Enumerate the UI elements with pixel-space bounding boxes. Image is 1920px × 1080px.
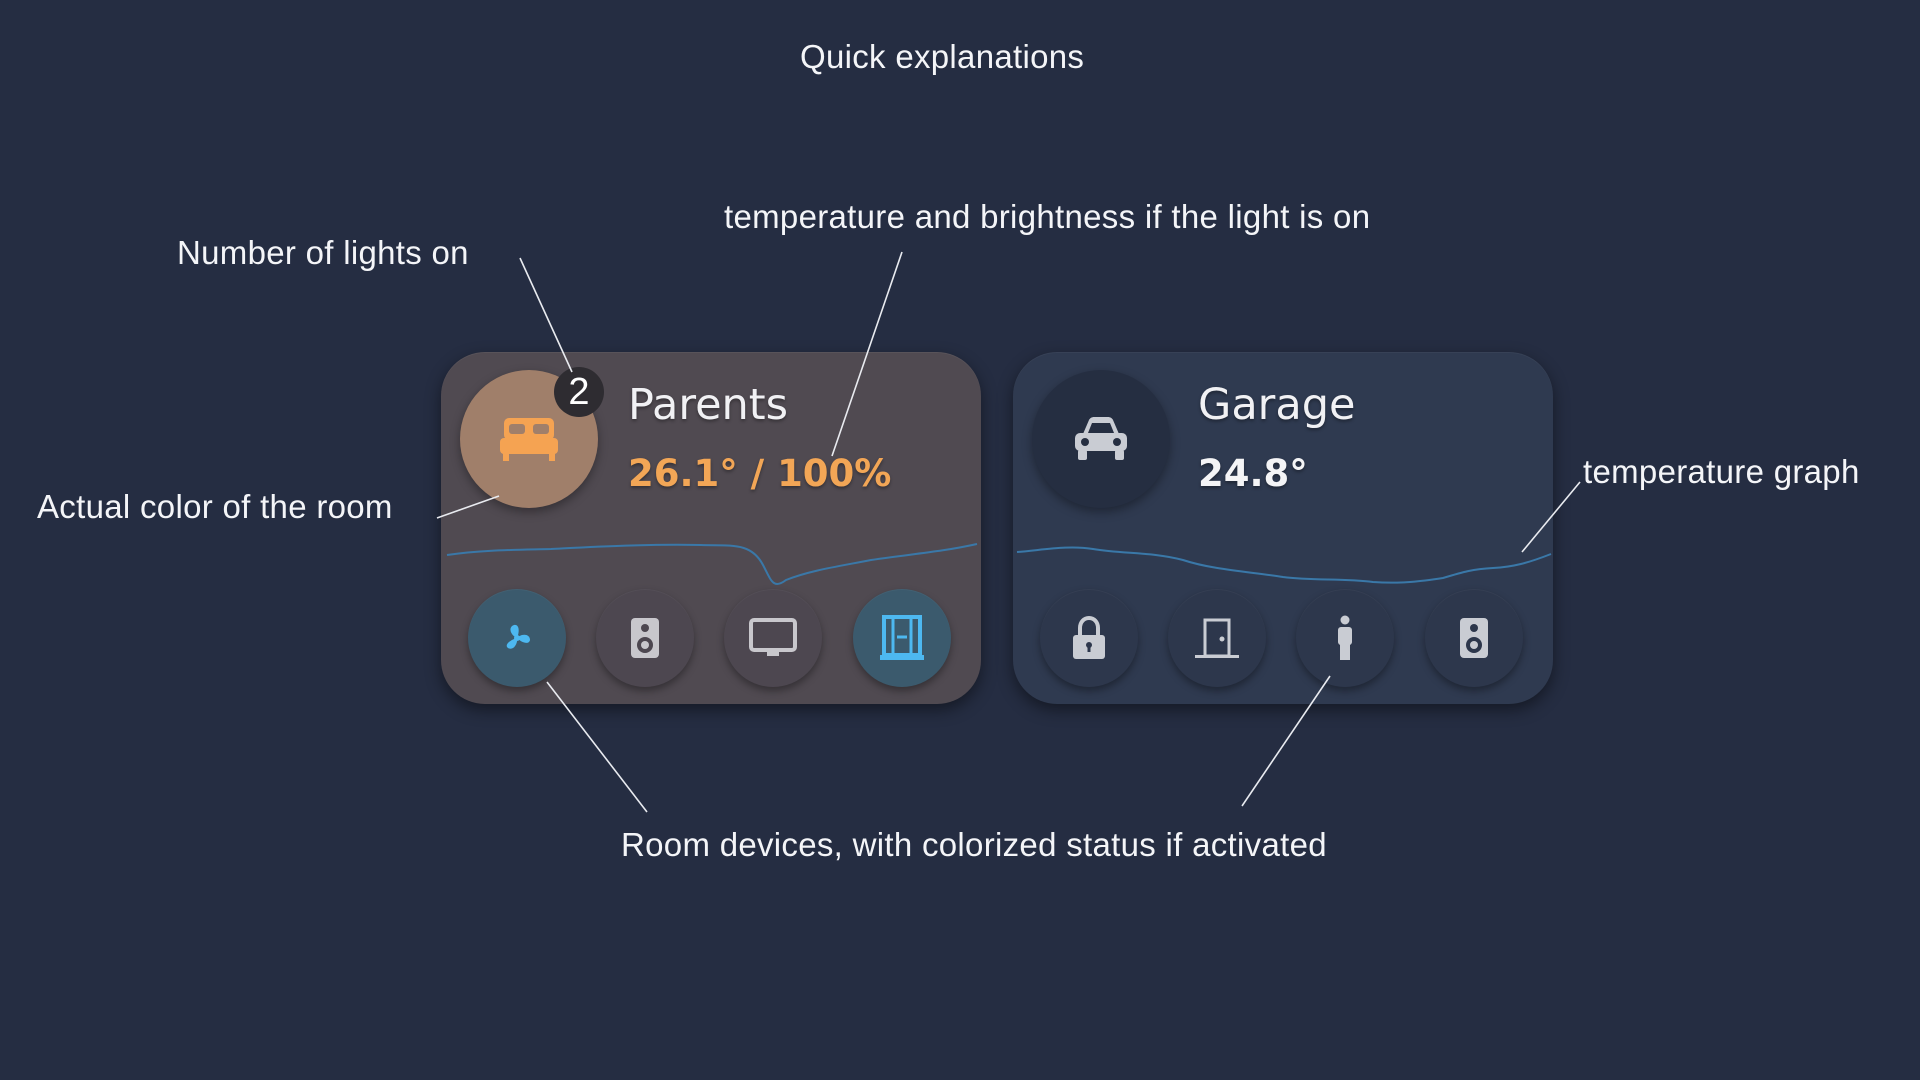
- room-color-note: Actual color of the room: [37, 488, 393, 525]
- lock-icon: [1073, 616, 1105, 659]
- motion-device-button[interactable]: [1296, 589, 1394, 687]
- door-device-button[interactable]: [1168, 589, 1266, 687]
- temperature-graph: [1016, 546, 1552, 584]
- room-card-parents[interactable]: 2 Parents 26.1° / 100%: [441, 352, 981, 704]
- room-name: Garage: [1198, 380, 1356, 430]
- fan-icon: [506, 624, 530, 649]
- speaker-device-button[interactable]: [596, 589, 694, 687]
- window-device-button[interactable]: [853, 589, 951, 687]
- tv-device-button[interactable]: [724, 589, 822, 687]
- bed-icon: [500, 418, 558, 461]
- room-color-circle[interactable]: [1032, 370, 1170, 508]
- door-icon: [1195, 618, 1239, 658]
- room-temperature-brightness: 26.1° / 100%: [628, 452, 892, 495]
- window-icon: [880, 615, 924, 660]
- lights-on-badge: 2: [554, 367, 604, 417]
- lights-count-note: Number of lights on: [177, 234, 469, 271]
- temperature-graph: [446, 543, 978, 585]
- lock-device-button[interactable]: [1040, 589, 1138, 687]
- room-temperature: 24.8°: [1198, 452, 1308, 495]
- speaker-icon: [1460, 618, 1488, 658]
- person-icon: [1338, 615, 1352, 660]
- speaker-device-button[interactable]: [1425, 589, 1523, 687]
- room-devices-note: Room devices, with colorized status if a…: [621, 826, 1327, 863]
- temperature-graph-line: [1016, 546, 1552, 584]
- room-name: Parents: [628, 380, 789, 430]
- temperature-brightness-note: temperature and brightness if the light …: [724, 198, 1371, 235]
- speaker-icon: [631, 618, 659, 658]
- fan-device-button[interactable]: [468, 589, 566, 687]
- temperature-graph-note: temperature graph: [1583, 453, 1860, 490]
- room-devices: [441, 589, 981, 689]
- room-card-garage[interactable]: Garage 24.8°: [1013, 352, 1553, 704]
- temperature-graph-line: [446, 543, 978, 585]
- room-devices: [1013, 589, 1553, 689]
- tv-icon: [749, 618, 797, 656]
- car-icon: [1075, 417, 1127, 460]
- explanations-title: Quick explanations: [800, 38, 1085, 75]
